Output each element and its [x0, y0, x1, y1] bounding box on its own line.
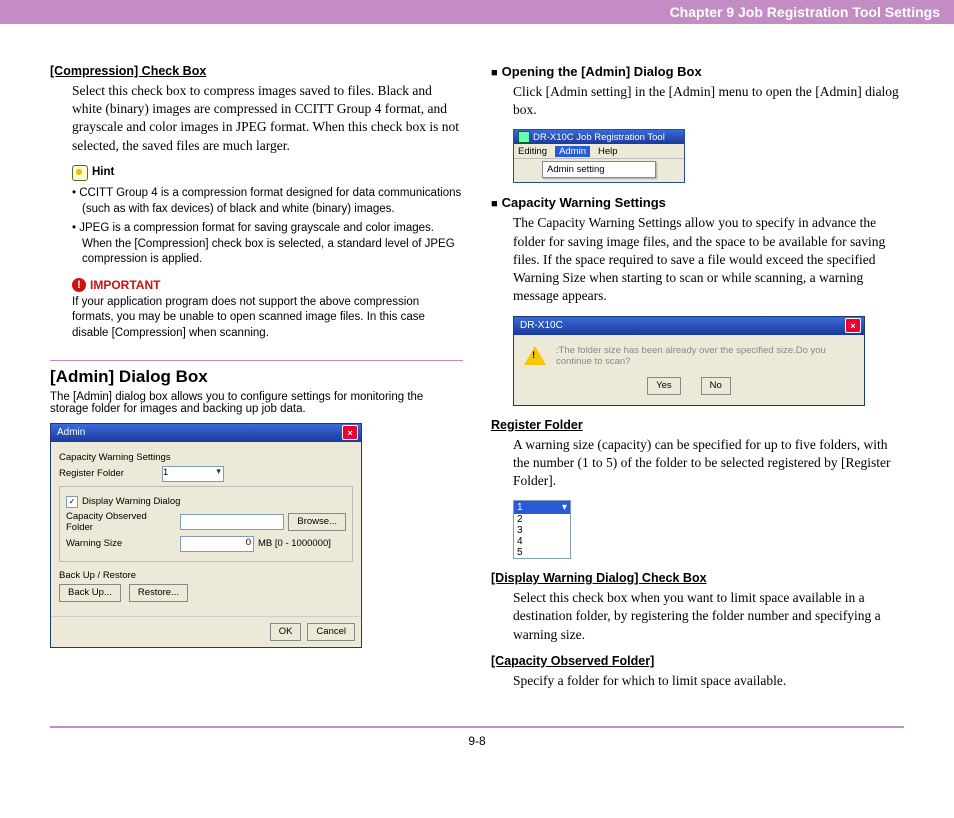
important-label-text: IMPORTANT: [90, 278, 160, 292]
chapter-header: Chapter 9 Job Registration Tool Settings: [0, 0, 954, 24]
restore-button[interactable]: Restore...: [129, 584, 188, 602]
hint-item: JPEG is a compression format for saving …: [72, 221, 463, 268]
app-icon: [518, 131, 530, 143]
dialog-title: DR-X10C: [520, 320, 563, 331]
backup-button[interactable]: Back Up...: [59, 584, 121, 602]
label-warning-unit: MB [0 - 1000000]: [258, 538, 331, 549]
label-warning-size: Warning Size: [66, 538, 176, 549]
no-button[interactable]: No: [701, 377, 731, 395]
hint-label-text: Hint: [92, 165, 114, 181]
group-backup-restore: Back Up / Restore: [59, 570, 353, 581]
warning-message: :The folder size has been already over t…: [556, 345, 854, 367]
text-admin-desc: The [Admin] dialog box allows you to con…: [50, 391, 463, 415]
page-footer: 9-8: [50, 726, 904, 748]
rf-option[interactable]: 3: [514, 525, 570, 536]
page-body: [Compression] Check Box Select this chec…: [0, 24, 954, 720]
important-label: ! IMPORTANT: [50, 278, 160, 292]
cancel-button[interactable]: Cancel: [307, 623, 355, 641]
heading-opening-admin: ■Opening the [Admin] Dialog Box: [491, 64, 904, 79]
browse-button[interactable]: Browse...: [288, 513, 346, 531]
text-capacity-observed-folder: Specify a folder for which to limit spac…: [491, 672, 904, 690]
rf-selected: 1: [517, 502, 523, 513]
right-column: ■Opening the [Admin] Dialog Box Click [A…: [491, 64, 904, 700]
window-titlebar: DR-X10C Job Registration Tool: [514, 130, 684, 144]
text-capacity-warning: The Capacity Warning Settings allow you …: [491, 214, 904, 305]
exclamation-icon: !: [72, 278, 86, 292]
hint-block: Hint CCITT Group 4 is a compression form…: [50, 165, 463, 268]
chevron-down-icon: ▾: [562, 502, 567, 513]
left-column: [Compression] Check Box Select this chec…: [50, 64, 463, 700]
dialog-titlebar: Admin ×: [51, 424, 361, 442]
ok-button[interactable]: OK: [270, 623, 302, 641]
observed-folder-input[interactable]: [180, 514, 284, 530]
display-warning-checkbox[interactable]: ✓: [66, 496, 78, 508]
lightbulb-icon: [72, 165, 88, 181]
label-observed-folder: Capacity Observed Folder: [66, 511, 176, 533]
text-compression-desc: Select this check box to compress images…: [50, 82, 463, 155]
admin-dialog: Admin × Capacity Warning Settings Regist…: [50, 423, 362, 648]
text-register-folder: A warning size (capacity) can be specifi…: [491, 436, 904, 491]
close-icon[interactable]: ×: [342, 425, 358, 440]
menu-bar: Editing Admin Help: [514, 144, 684, 159]
inner-group: ✓ Display Warning Dialog Capacity Observ…: [59, 486, 353, 562]
rf-option[interactable]: 2: [514, 514, 570, 525]
yes-button[interactable]: Yes: [647, 377, 681, 395]
heading-compression-checkbox: [Compression] Check Box: [50, 64, 463, 78]
dialog-titlebar: DR-X10C ×: [514, 317, 864, 335]
hint-list: CCITT Group 4 is a compression format de…: [72, 186, 463, 268]
rf-option[interactable]: 5: [514, 547, 570, 558]
group-capacity-warning: Capacity Warning Settings: [59, 452, 353, 463]
heading-admin-dialog: [Admin] Dialog Box: [50, 367, 463, 387]
heading-display-warning-checkbox: [Display Warning Dialog] Check Box: [491, 571, 904, 585]
text-display-warning-checkbox: Select this check box when you want to l…: [491, 589, 904, 644]
square-bullet-icon: ■: [491, 198, 498, 210]
dialog-title: Admin: [57, 427, 85, 438]
warning-dialog: DR-X10C × :The folder size has been alre…: [513, 316, 865, 406]
menu-help[interactable]: Help: [598, 146, 618, 157]
register-folder-select[interactable]: 1: [162, 466, 224, 482]
heading-register-folder: Register Folder: [491, 418, 904, 432]
label-display-warning: Display Warning Dialog: [82, 496, 180, 507]
menu-item-admin-setting[interactable]: Admin setting: [542, 161, 656, 178]
hint-label: Hint: [72, 165, 114, 181]
label-register-folder: Register Folder: [59, 468, 124, 479]
hint-item: CCITT Group 4 is a compression format de…: [72, 186, 463, 217]
heading-capacity-observed-folder: [Capacity Observed Folder]: [491, 654, 904, 668]
window-title: DR-X10C Job Registration Tool: [533, 132, 665, 143]
warning-size-input[interactable]: 0: [180, 536, 254, 552]
menu-editing[interactable]: Editing: [518, 146, 547, 157]
text-opening-admin: Click [Admin setting] in the [Admin] men…: [491, 83, 904, 119]
square-bullet-icon: ■: [491, 67, 498, 79]
close-icon[interactable]: ×: [845, 318, 861, 333]
important-text: If your application program does not sup…: [50, 295, 463, 342]
warning-icon: [524, 346, 546, 365]
menu-admin[interactable]: Admin: [555, 146, 590, 157]
register-folder-dropdown[interactable]: 1 ▾ 2 3 4 5: [513, 500, 571, 559]
admin-menu-screenshot: DR-X10C Job Registration Tool Editing Ad…: [513, 129, 685, 183]
rf-option[interactable]: 4: [514, 536, 570, 547]
heading-capacity-warning: ■Capacity Warning Settings: [491, 195, 904, 210]
section-divider: [50, 360, 463, 361]
